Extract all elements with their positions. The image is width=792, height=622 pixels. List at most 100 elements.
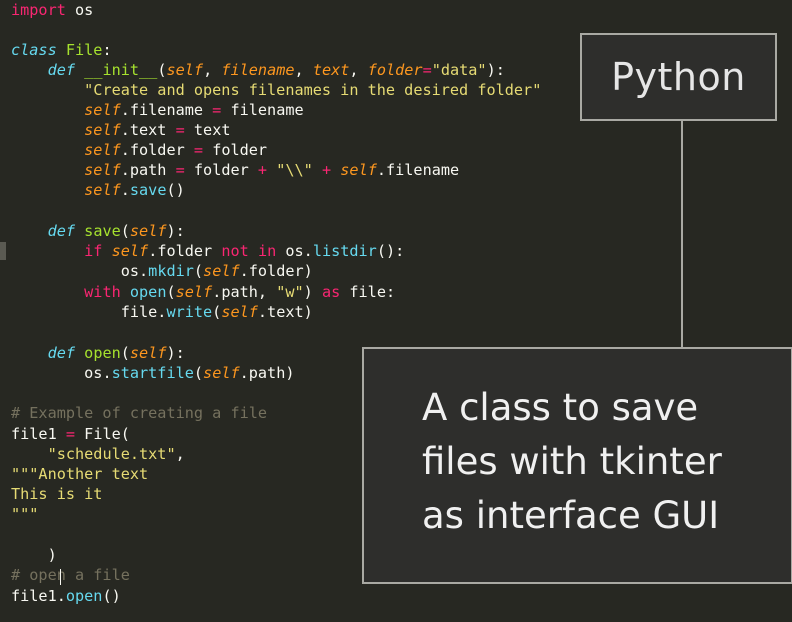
string: This is it: [11, 485, 103, 503]
punctuation: ,: [203, 61, 222, 79]
code-line-3: class File:: [11, 40, 112, 60]
self-param: self: [111, 242, 149, 260]
value: file.: [120, 303, 167, 321]
code-line-4: def __init__(self, filename, text, folde…: [11, 60, 505, 80]
comment: # Example of creating a file: [11, 404, 268, 422]
attribute: .folder): [239, 262, 313, 280]
self-param: self: [166, 61, 204, 79]
punctuation: ):: [166, 222, 185, 240]
code-line-29: # open a file: [11, 565, 130, 585]
method-call: startfile: [111, 364, 194, 382]
value: file:: [340, 283, 396, 301]
punctuation: (: [212, 303, 222, 321]
param: folder: [367, 61, 423, 79]
caption-box: A class to save files with tkinter as in…: [362, 347, 792, 584]
string: """Another text: [11, 465, 149, 483]
class-call: File(: [75, 425, 130, 443]
module-name: os.: [120, 262, 149, 280]
punctuation: (): [102, 587, 121, 605]
self-param: self: [84, 181, 121, 199]
punctuation: (): [166, 181, 185, 199]
punctuation: (: [120, 222, 130, 240]
method-call: listdir: [312, 242, 377, 260]
self-param: self: [84, 121, 121, 139]
comment: # open a file: [11, 566, 130, 584]
operator: =: [193, 141, 204, 159]
if-keyword: if: [84, 242, 103, 260]
current-line-marker: [0, 242, 6, 260]
code-line-25: This is it: [11, 484, 102, 504]
function-name: open: [84, 344, 121, 362]
module-name: os: [65, 1, 94, 19]
self-param: self: [175, 283, 213, 301]
def-keyword: def: [47, 61, 76, 79]
code-line-19: os.startfile(self.path): [11, 363, 295, 383]
code-line-1: import os: [11, 0, 93, 20]
docstring: "Create and opens filenames in the desir…: [84, 81, 542, 99]
attribute: .path,: [212, 283, 277, 301]
code-line-15: with open(self.path, "w") as file:: [11, 282, 395, 302]
punctuation: ,: [349, 61, 368, 79]
as-keyword: as: [321, 283, 341, 301]
code-line-8: self.folder = folder: [11, 140, 267, 160]
def-keyword: def: [47, 344, 76, 362]
code-line-13: if self.folder not in os.listdir():: [11, 241, 404, 261]
code-line-9: self.path = folder + "\\" + self.filenam…: [11, 160, 459, 180]
param: text: [312, 61, 350, 79]
punctuation: ,: [175, 445, 185, 463]
code-line-28: ): [11, 545, 57, 565]
string: "w": [276, 283, 304, 301]
operator: =: [175, 121, 185, 139]
self-param: self: [129, 344, 167, 362]
function-call: open: [129, 283, 167, 301]
punctuation: ): [47, 546, 57, 564]
punctuation: ):: [486, 61, 505, 79]
string: "\\": [276, 161, 313, 179]
function-name: __init__: [84, 61, 158, 79]
caption-line: files with tkinter: [422, 440, 722, 483]
text-cursor: [60, 569, 61, 585]
function-name: save: [84, 222, 121, 240]
module-name: os.: [84, 364, 112, 382]
caption-line: as interface GUI: [422, 494, 720, 537]
code-line-26: """: [11, 504, 38, 524]
value: folder: [184, 161, 258, 179]
attribute: .path: [120, 161, 176, 179]
punctuation: .: [120, 181, 130, 199]
string: "schedule.txt": [47, 445, 176, 463]
code-line-12: def save(self):: [11, 221, 185, 241]
import-keyword: import: [11, 1, 66, 19]
code-line-16: file.write(self.text): [11, 302, 313, 322]
value: text: [184, 121, 231, 139]
caption-line: A class to save: [422, 386, 699, 429]
punctuation: ,: [294, 61, 313, 79]
operator: +: [321, 161, 332, 179]
self-param: self: [203, 364, 240, 382]
code-line-14: os.mkdir(self.folder): [11, 261, 313, 281]
punctuation: (: [166, 283, 176, 301]
attribute: .folder: [148, 242, 222, 260]
operator: =: [212, 101, 222, 119]
attribute: .text): [257, 303, 313, 321]
def-keyword: def: [47, 222, 76, 240]
operator: =: [65, 425, 76, 443]
attribute: .filename: [120, 101, 213, 119]
punctuation: (: [193, 364, 204, 382]
code-line-24: """Another text: [11, 464, 148, 484]
code-line-5: "Create and opens filenames in the desir…: [11, 80, 541, 100]
variable: file1: [11, 425, 66, 443]
punctuation: ):: [166, 344, 185, 362]
string: """: [11, 505, 39, 523]
string: "data": [431, 61, 487, 79]
self-param: self: [129, 222, 167, 240]
class-name: File: [65, 41, 103, 59]
class-keyword: class: [11, 41, 57, 59]
code-line-21: # Example of creating a file: [11, 403, 267, 423]
attribute: .text: [120, 121, 176, 139]
self-param: self: [340, 161, 377, 179]
self-param: self: [203, 262, 240, 280]
method-call: mkdir: [148, 262, 194, 280]
punctuation: ():: [376, 242, 405, 260]
attribute: .path): [239, 364, 295, 382]
python-tag-label: Python: [611, 55, 746, 99]
